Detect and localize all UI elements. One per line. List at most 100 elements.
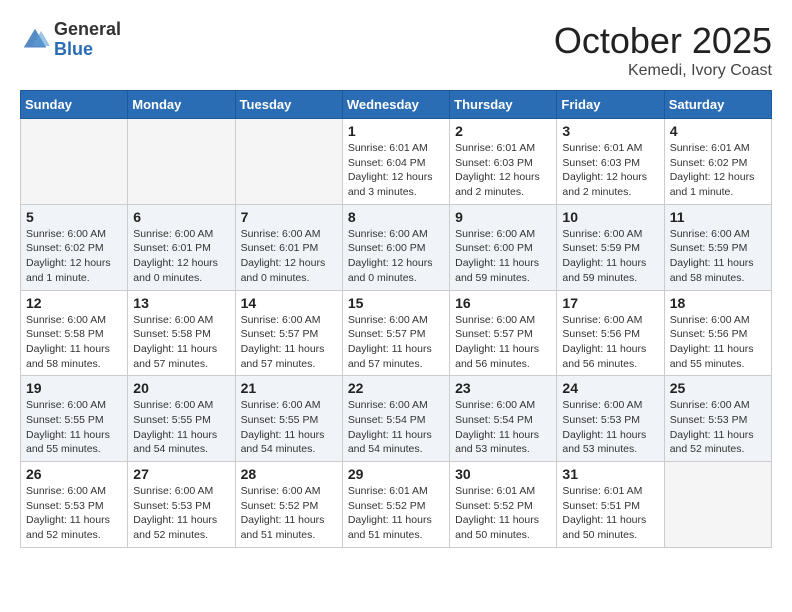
- day-info: Sunrise: 6:00 AMSunset: 5:55 PMDaylight:…: [241, 398, 337, 457]
- day-number: 28: [241, 466, 337, 482]
- calendar-cell: [21, 119, 128, 205]
- day-info: Sunrise: 6:00 AMSunset: 5:57 PMDaylight:…: [348, 313, 444, 372]
- day-number: 20: [133, 380, 229, 396]
- logo-blue: Blue: [54, 40, 121, 60]
- day-info: Sunrise: 6:00 AMSunset: 5:54 PMDaylight:…: [348, 398, 444, 457]
- calendar-cell: [664, 462, 771, 548]
- day-info: Sunrise: 6:01 AMSunset: 5:52 PMDaylight:…: [455, 484, 551, 543]
- column-header-friday: Friday: [557, 91, 664, 119]
- day-number: 23: [455, 380, 551, 396]
- calendar-cell: 28Sunrise: 6:00 AMSunset: 5:52 PMDayligh…: [235, 462, 342, 548]
- calendar-cell: 18 Sunrise: 6:00 AMSunset: 5:56 PMDayligh…: [664, 290, 771, 376]
- day-number: 22: [348, 380, 444, 396]
- day-number: 18: [670, 295, 766, 311]
- calendar-cell: 17 Sunrise: 6:00 AMSunset: 5:56 PMDayligh…: [557, 290, 664, 376]
- calendar-cell: [235, 119, 342, 205]
- calendar-cell: 22 Sunrise: 6:00 AMSunset: 5:54 PMDayligh…: [342, 376, 449, 462]
- page-header: General Blue October 2025 Kemedi, Ivory …: [20, 20, 772, 80]
- day-info: Sunrise: 6:00 AMSunset: 5:53 PMDaylight:…: [133, 484, 229, 543]
- logo-text: General Blue: [54, 20, 121, 60]
- column-header-monday: Monday: [128, 91, 235, 119]
- column-header-saturday: Saturday: [664, 91, 771, 119]
- logo-icon: [20, 25, 50, 55]
- day-number: 16: [455, 295, 551, 311]
- day-info: Sunrise: 6:00 AMSunset: 6:00 PMDaylight:…: [455, 227, 551, 286]
- day-info: Sunrise: 6:00 AMSunset: 5:59 PMDaylight:…: [670, 227, 766, 286]
- calendar-cell: 31Sunrise: 6:01 AMSunset: 5:51 PMDayligh…: [557, 462, 664, 548]
- calendar-cell: 8 Sunrise: 6:00 AMSunset: 6:00 PMDaylight…: [342, 204, 449, 290]
- calendar-cell: 23 Sunrise: 6:00 AMSunset: 5:54 PMDayligh…: [450, 376, 557, 462]
- calendar-cell: 7 Sunrise: 6:00 AMSunset: 6:01 PMDaylight…: [235, 204, 342, 290]
- calendar-cell: 13Sunrise: 6:00 AMSunset: 5:58 PMDayligh…: [128, 290, 235, 376]
- calendar-cell: 3 Sunrise: 6:01 AMSunset: 6:03 PMDaylight…: [557, 119, 664, 205]
- day-number: 4: [670, 123, 766, 139]
- day-number: 15: [348, 295, 444, 311]
- calendar-cell: 21 Sunrise: 6:00 AMSunset: 5:55 PMDayligh…: [235, 376, 342, 462]
- calendar-cell: 5 Sunrise: 6:00 AMSunset: 6:02 PMDaylight…: [21, 204, 128, 290]
- day-info: Sunrise: 6:01 AMSunset: 5:52 PMDaylight:…: [348, 484, 444, 543]
- day-number: 13: [133, 295, 229, 311]
- day-info: Sunrise: 6:00 AMSunset: 6:01 PMDaylight:…: [241, 227, 337, 286]
- day-number: 9: [455, 209, 551, 225]
- calendar-header-row: SundayMondayTuesdayWednesdayThursdayFrid…: [21, 91, 772, 119]
- day-info: Sunrise: 6:00 AMSunset: 6:00 PMDaylight:…: [348, 227, 444, 286]
- calendar-cell: 16 Sunrise: 6:00 AMSunset: 5:57 PMDayligh…: [450, 290, 557, 376]
- calendar-cell: 9 Sunrise: 6:00 AMSunset: 6:00 PMDaylight…: [450, 204, 557, 290]
- calendar-cell: 10Sunrise: 6:00 AMSunset: 5:59 PMDayligh…: [557, 204, 664, 290]
- day-number: 7: [241, 209, 337, 225]
- day-number: 27: [133, 466, 229, 482]
- day-number: 30: [455, 466, 551, 482]
- day-info: Sunrise: 6:00 AMSunset: 5:53 PMDaylight:…: [670, 398, 766, 457]
- day-number: 19: [26, 380, 122, 396]
- calendar-table: SundayMondayTuesdayWednesdayThursdayFrid…: [20, 90, 772, 548]
- calendar-week-row: 19 Sunrise: 6:00 AMSunset: 5:55 PMDayligh…: [21, 376, 772, 462]
- calendar-cell: 1Sunrise: 6:01 AMSunset: 6:04 PMDaylight…: [342, 119, 449, 205]
- day-info: Sunrise: 6:00 AMSunset: 5:56 PMDaylight:…: [670, 313, 766, 372]
- day-info: Sunrise: 6:00 AMSunset: 6:02 PMDaylight:…: [26, 227, 122, 286]
- day-number: 5: [26, 209, 122, 225]
- calendar-cell: 30 Sunrise: 6:01 AMSunset: 5:52 PMDayligh…: [450, 462, 557, 548]
- day-number: 21: [241, 380, 337, 396]
- calendar-cell: 27 Sunrise: 6:00 AMSunset: 5:53 PMDayligh…: [128, 462, 235, 548]
- day-info: Sunrise: 6:01 AMSunset: 5:51 PMDaylight:…: [562, 484, 658, 543]
- day-info: Sunrise: 6:01 AMSunset: 6:03 PMDaylight:…: [562, 141, 658, 200]
- calendar-cell: 24 Sunrise: 6:00 AMSunset: 5:53 PMDayligh…: [557, 376, 664, 462]
- column-header-wednesday: Wednesday: [342, 91, 449, 119]
- calendar-cell: 15 Sunrise: 6:00 AMSunset: 5:57 PMDayligh…: [342, 290, 449, 376]
- day-info: Sunrise: 6:00 AMSunset: 5:57 PMDaylight:…: [455, 313, 551, 372]
- calendar-week-row: 1Sunrise: 6:01 AMSunset: 6:04 PMDaylight…: [21, 119, 772, 205]
- logo: General Blue: [20, 20, 121, 60]
- calendar-cell: 12Sunrise: 6:00 AMSunset: 5:58 PMDayligh…: [21, 290, 128, 376]
- day-info: Sunrise: 6:01 AMSunset: 6:03 PMDaylight:…: [455, 141, 551, 200]
- day-number: 14: [241, 295, 337, 311]
- calendar-week-row: 5 Sunrise: 6:00 AMSunset: 6:02 PMDaylight…: [21, 204, 772, 290]
- day-number: 26: [26, 466, 122, 482]
- calendar-cell: 25Sunrise: 6:00 AMSunset: 5:53 PMDayligh…: [664, 376, 771, 462]
- day-number: 29: [348, 466, 444, 482]
- calendar-cell: 29 Sunrise: 6:01 AMSunset: 5:52 PMDayligh…: [342, 462, 449, 548]
- day-number: 24: [562, 380, 658, 396]
- day-info: Sunrise: 6:01 AMSunset: 6:02 PMDaylight:…: [670, 141, 766, 200]
- day-number: 11: [670, 209, 766, 225]
- day-info: Sunrise: 6:00 AMSunset: 5:57 PMDaylight:…: [241, 313, 337, 372]
- calendar-week-row: 12Sunrise: 6:00 AMSunset: 5:58 PMDayligh…: [21, 290, 772, 376]
- calendar-cell: 20 Sunrise: 6:00 AMSunset: 5:55 PMDayligh…: [128, 376, 235, 462]
- day-info: Sunrise: 6:00 AMSunset: 5:53 PMDaylight:…: [26, 484, 122, 543]
- day-number: 2: [455, 123, 551, 139]
- day-info: Sunrise: 6:00 AMSunset: 5:53 PMDaylight:…: [562, 398, 658, 457]
- day-info: Sunrise: 6:01 AMSunset: 6:04 PMDaylight:…: [348, 141, 444, 200]
- calendar-cell: 19Sunrise: 6:00 AMSunset: 5:55 PMDayligh…: [21, 376, 128, 462]
- day-number: 10: [562, 209, 658, 225]
- location-title: Kemedi, Ivory Coast: [554, 62, 772, 80]
- calendar-cell: [128, 119, 235, 205]
- calendar-cell: 6Sunrise: 6:00 AMSunset: 6:01 PMDaylight…: [128, 204, 235, 290]
- day-number: 8: [348, 209, 444, 225]
- day-number: 6: [133, 209, 229, 225]
- day-info: Sunrise: 6:00 AMSunset: 5:54 PMDaylight:…: [455, 398, 551, 457]
- column-header-thursday: Thursday: [450, 91, 557, 119]
- column-header-sunday: Sunday: [21, 91, 128, 119]
- day-number: 3: [562, 123, 658, 139]
- day-number: 17: [562, 295, 658, 311]
- day-info: Sunrise: 6:00 AMSunset: 5:56 PMDaylight:…: [562, 313, 658, 372]
- day-info: Sunrise: 6:00 AMSunset: 5:55 PMDaylight:…: [133, 398, 229, 457]
